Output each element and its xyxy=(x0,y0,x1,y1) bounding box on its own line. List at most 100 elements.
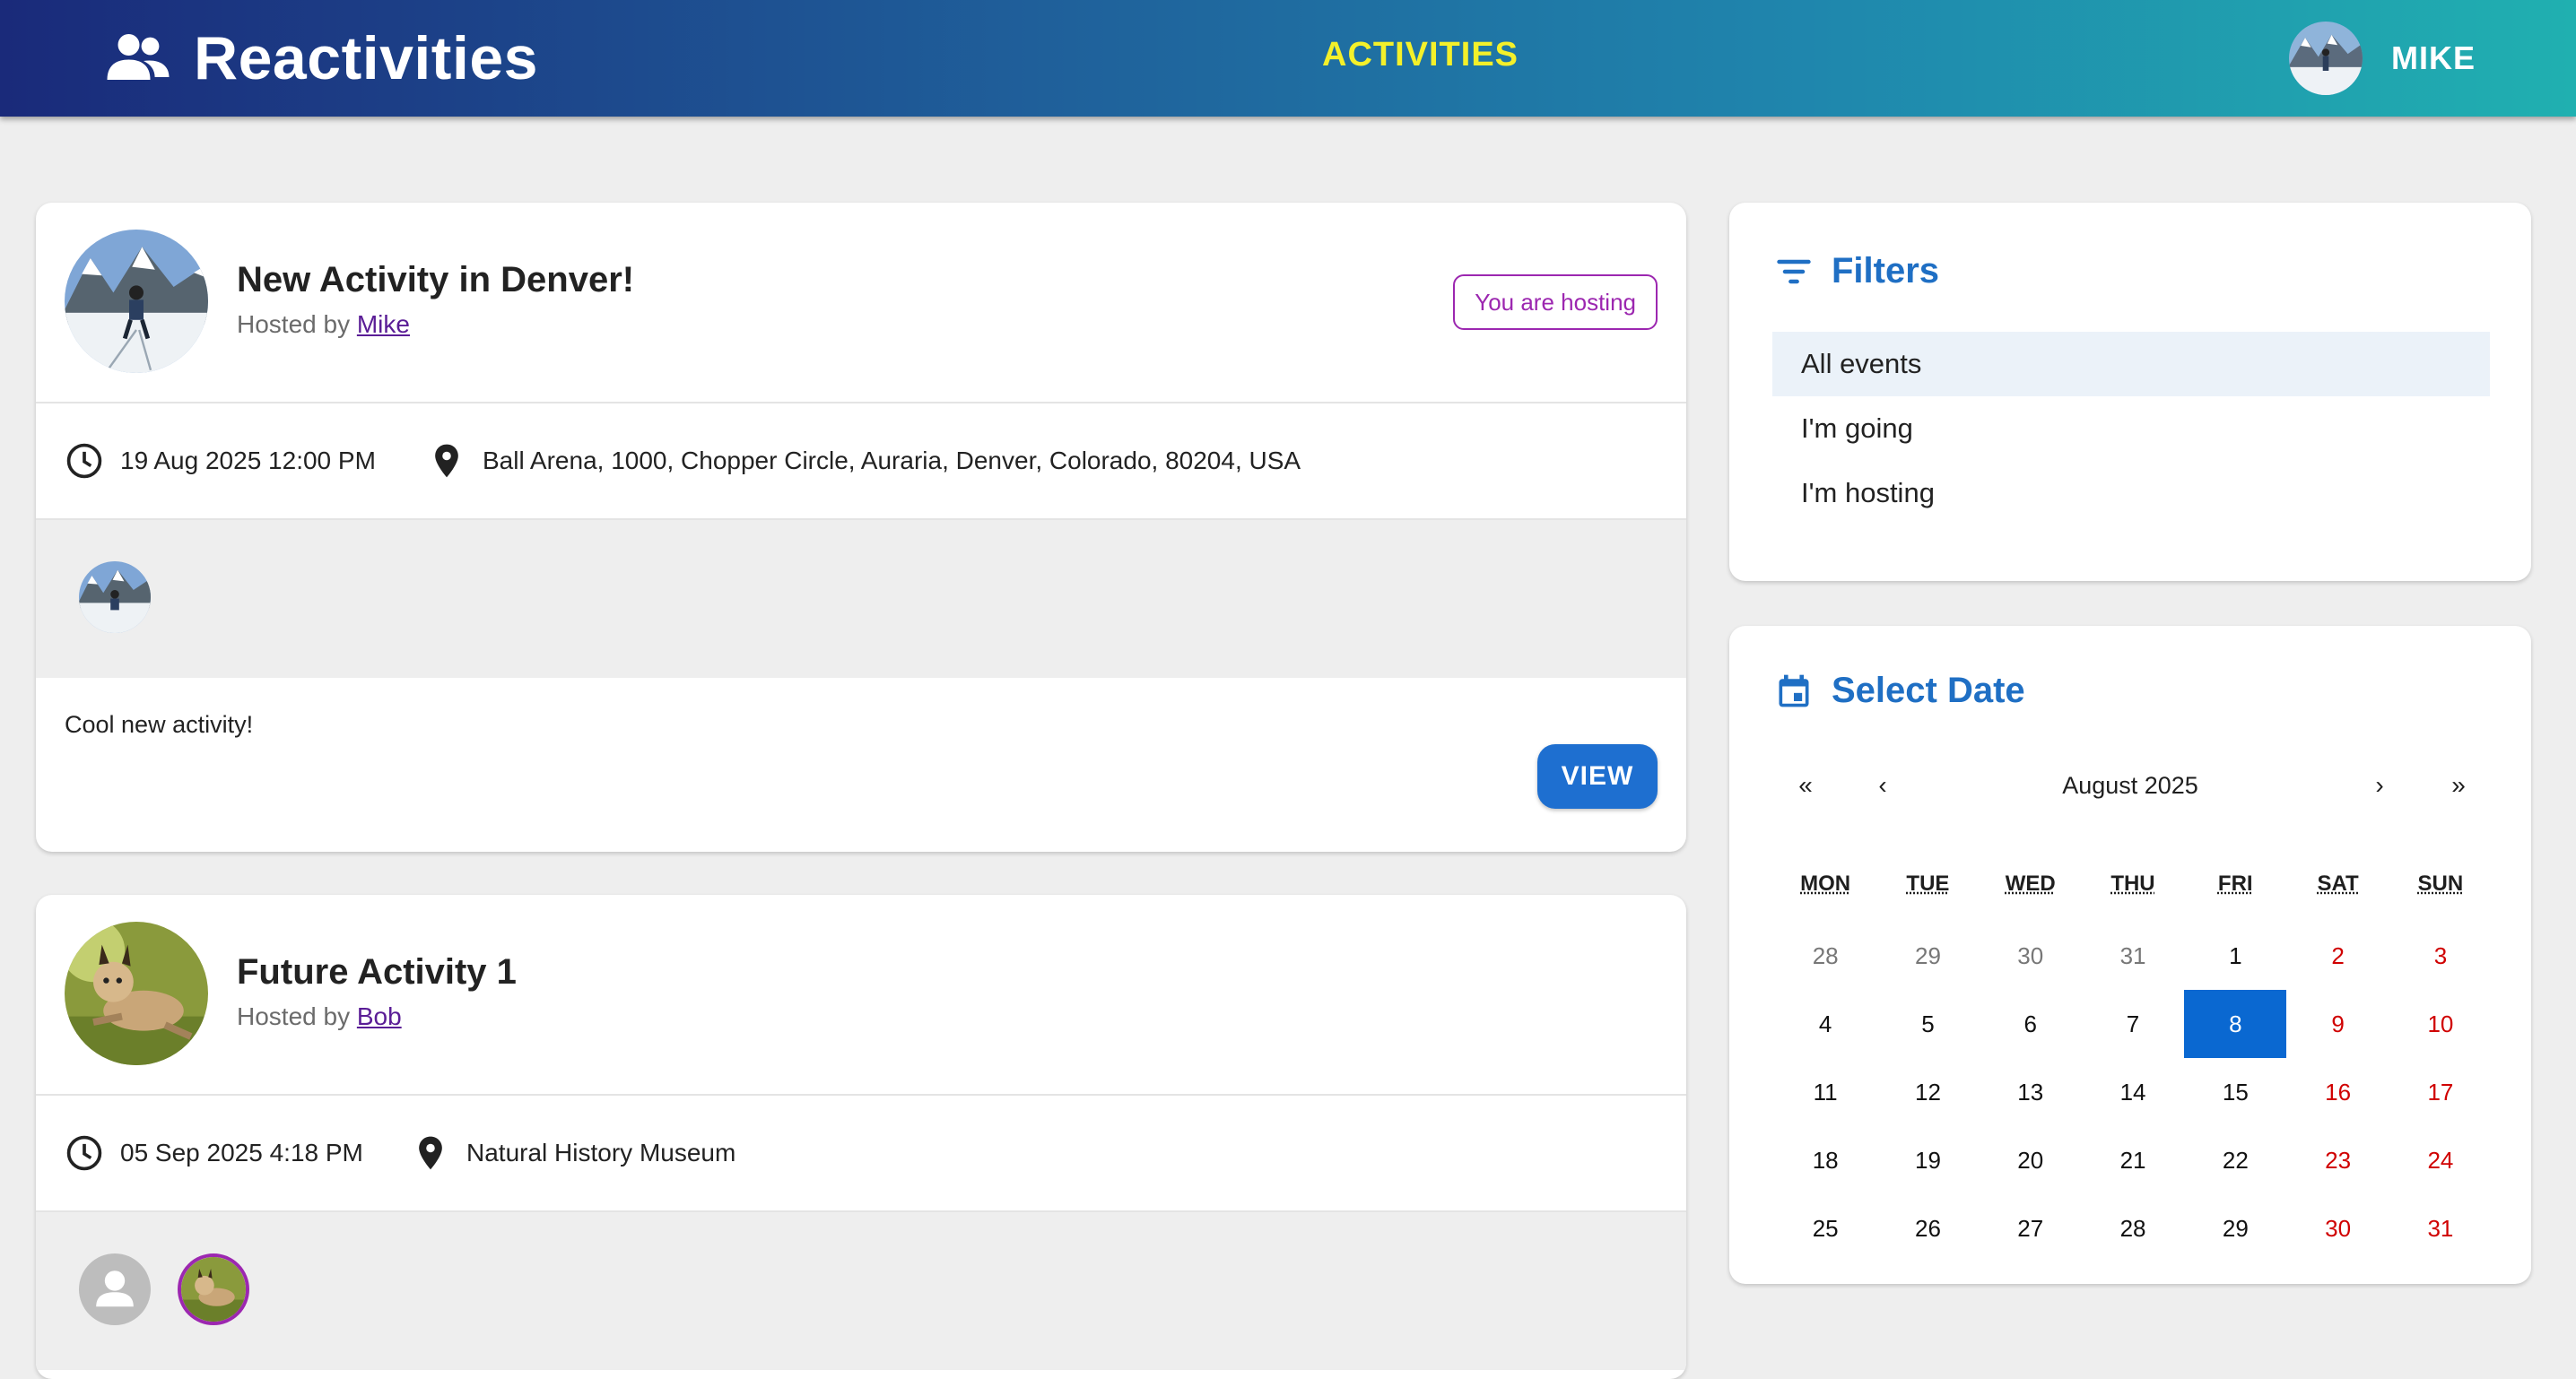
attendee-avatar[interactable] xyxy=(79,561,151,633)
weekday-header: MON TUE WED THU FRI SAT SUN xyxy=(1774,872,2492,907)
calendar-day[interactable]: 22 xyxy=(2184,1126,2286,1194)
attendee-avatar-host[interactable] xyxy=(178,1253,249,1325)
calendar-day[interactable]: 28 xyxy=(2082,1194,2184,1262)
weekday-mon: MON xyxy=(1774,872,1876,907)
calendar-day[interactable]: 17 xyxy=(2389,1058,2492,1126)
activity-card-header: Future Activity 1 Hosted by Bob xyxy=(36,895,1686,1096)
activity-description: Cool new activity! xyxy=(65,711,253,739)
calendar-title: Select Date xyxy=(1832,671,2025,711)
location-pin-icon xyxy=(411,1133,450,1173)
calendar-card: Select Date « ‹ August 2025 › » MON TUE … xyxy=(1729,626,2531,1284)
app-title: Reactivities xyxy=(194,23,538,93)
user-menu[interactable]: MIKE xyxy=(2289,22,2476,95)
calendar-day[interactable]: 1 xyxy=(2184,922,2286,990)
clock-icon xyxy=(65,1133,104,1173)
host-link[interactable]: Bob xyxy=(357,1002,402,1030)
hosted-by-prefix: Hosted by xyxy=(237,310,350,338)
calendar-day[interactable]: 21 xyxy=(2082,1126,2184,1194)
calendar-day[interactable]: 14 xyxy=(2082,1058,2184,1126)
weekday-sun: SUN xyxy=(2389,872,2492,907)
calendar-day[interactable]: 2 xyxy=(2286,922,2389,990)
calendar-day[interactable]: 13 xyxy=(1980,1058,2082,1126)
activity-datetime: 19 Aug 2025 12:00 PM xyxy=(65,403,376,518)
calendar-day[interactable]: 30 xyxy=(2286,1194,2389,1262)
next-month-button[interactable]: › xyxy=(2348,760,2411,811)
host-link[interactable]: Mike xyxy=(357,310,410,338)
calendar-day[interactable]: 18 xyxy=(1774,1126,1876,1194)
calendar-day[interactable]: 27 xyxy=(1980,1194,2082,1262)
filter-item-all-events[interactable]: All events xyxy=(1772,332,2490,396)
attendee-avatar[interactable] xyxy=(79,1253,151,1325)
filter-list: All events I'm going I'm hosting xyxy=(1772,332,2490,525)
calendar-day[interactable]: 6 xyxy=(1980,990,2082,1058)
weekday-thu: THU xyxy=(2082,872,2184,907)
activity-card-header: New Activity in Denver! Hosted by Mike Y… xyxy=(36,203,1686,403)
filter-item-im-hosting[interactable]: I'm hosting xyxy=(1772,461,2490,525)
filter-item-im-going[interactable]: I'm going xyxy=(1772,396,2490,461)
datetime-text: 05 Sep 2025 4:18 PM xyxy=(120,1139,363,1167)
filters-title: Filters xyxy=(1832,251,1939,291)
calendar-days-grid: 28 29 30 31 1 2 3 4 5 6 7 8 9 10 11 12 13 14 15 16 17 18 19 20 2… xyxy=(1774,922,2492,1262)
attendees-strip xyxy=(36,1212,1686,1370)
user-name: MIKE xyxy=(2391,39,2476,77)
weekday-sat: SAT xyxy=(2286,872,2389,907)
nav-activities-link[interactable]: ACTIVITIES xyxy=(1322,36,1519,74)
hosted-by: Hosted by Mike xyxy=(237,310,410,339)
datetime-text: 19 Aug 2025 12:00 PM xyxy=(120,447,376,475)
host-avatar[interactable] xyxy=(65,922,208,1065)
clock-icon xyxy=(65,441,104,481)
brand[interactable]: Reactivities xyxy=(106,20,538,97)
activity-meta: 19 Aug 2025 12:00 PM Ball Arena, 1000, C… xyxy=(36,403,1686,520)
activity-title[interactable]: New Activity in Denver! xyxy=(237,260,634,300)
calendar-icon xyxy=(1774,672,1814,711)
activity-venue: Ball Arena, 1000, Chopper Circle, Aurari… xyxy=(427,403,1301,518)
activity-card: Future Activity 1 Hosted by Bob 05 Sep 2… xyxy=(36,895,1686,1379)
calendar-day[interactable]: 26 xyxy=(1876,1194,1979,1262)
calendar-day[interactable]: 3 xyxy=(2389,922,2492,990)
calendar-day[interactable]: 23 xyxy=(2286,1126,2389,1194)
weekday-wed: WED xyxy=(1980,872,2082,907)
calendar-day[interactable]: 20 xyxy=(1980,1126,2082,1194)
location-pin-icon xyxy=(427,441,466,481)
filter-icon xyxy=(1774,252,1814,291)
calendar-day[interactable]: 9 xyxy=(2286,990,2389,1058)
calendar-day[interactable]: 31 xyxy=(2389,1194,2492,1262)
prev-month-button[interactable]: ‹ xyxy=(1851,760,1914,811)
venue-text: Ball Arena, 1000, Chopper Circle, Aurari… xyxy=(483,447,1301,475)
next-year-button[interactable]: » xyxy=(2427,760,2490,811)
person-icon xyxy=(79,1253,151,1325)
calendar-day[interactable]: 29 xyxy=(1876,922,1979,990)
calendar-day[interactable]: 4 xyxy=(1774,990,1876,1058)
month-label[interactable]: August 2025 xyxy=(1954,760,2307,811)
activity-title[interactable]: Future Activity 1 xyxy=(237,952,517,993)
calendar-day[interactable]: 5 xyxy=(1876,990,1979,1058)
weekday-fri: FRI xyxy=(2184,872,2286,907)
calendar-navigation: « ‹ August 2025 › » xyxy=(1774,760,2486,811)
weekday-tue: TUE xyxy=(1876,872,1979,907)
activity-card: New Activity in Denver! Hosted by Mike Y… xyxy=(36,203,1686,852)
hosted-by-prefix: Hosted by xyxy=(237,1002,350,1030)
calendar-day[interactable]: 30 xyxy=(1980,922,2082,990)
prev-year-button[interactable]: « xyxy=(1774,760,1837,811)
venue-text: Natural History Museum xyxy=(466,1139,735,1167)
calendar-day[interactable]: 29 xyxy=(2184,1194,2286,1262)
calendar-day[interactable]: 28 xyxy=(1774,922,1876,990)
activity-meta: 05 Sep 2025 4:18 PM Natural History Muse… xyxy=(36,1096,1686,1212)
host-avatar[interactable] xyxy=(65,230,208,373)
calendar-day[interactable]: 8 xyxy=(2184,990,2286,1058)
calendar-day[interactable]: 11 xyxy=(1774,1058,1876,1126)
filters-card: Filters All events I'm going I'm hosting xyxy=(1729,203,2531,581)
calendar-day[interactable]: 15 xyxy=(2184,1058,2286,1126)
calendar-day[interactable]: 7 xyxy=(2082,990,2184,1058)
people-icon xyxy=(106,31,170,85)
calendar-day[interactable]: 24 xyxy=(2389,1126,2492,1194)
calendar-day[interactable]: 19 xyxy=(1876,1126,1979,1194)
calendar-day[interactable]: 16 xyxy=(2286,1058,2389,1126)
view-button[interactable]: VIEW xyxy=(1537,744,1658,809)
hosted-by: Hosted by Bob xyxy=(237,1002,402,1031)
calendar-day[interactable]: 12 xyxy=(1876,1058,1979,1126)
activity-venue: Natural History Museum xyxy=(411,1096,735,1210)
calendar-day[interactable]: 25 xyxy=(1774,1194,1876,1262)
calendar-day[interactable]: 31 xyxy=(2082,922,2184,990)
calendar-day[interactable]: 10 xyxy=(2389,990,2492,1058)
